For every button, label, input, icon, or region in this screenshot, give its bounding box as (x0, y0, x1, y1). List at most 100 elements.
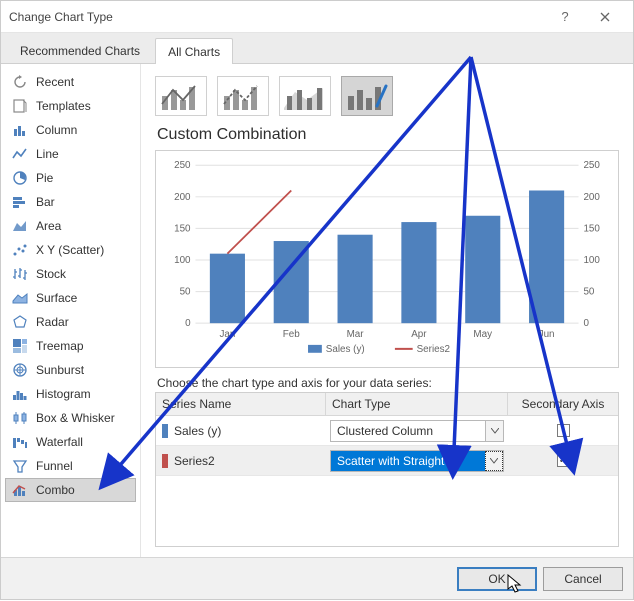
sidebar-item-label: Column (36, 123, 77, 137)
sidebar-item-label: Line (36, 147, 59, 161)
main-panel: Custom Combination 005050100100150150200… (141, 64, 633, 557)
funnel-icon (12, 458, 28, 474)
sidebar-item-label: Radar (36, 315, 69, 329)
svg-text:100: 100 (174, 255, 191, 266)
sidebar-item-label: Area (36, 219, 61, 233)
sidebar-item-stock[interactable]: Stock (5, 262, 136, 286)
dropdown-button[interactable] (485, 421, 503, 441)
templates-icon (12, 98, 28, 114)
sidebar-item-label: Bar (36, 195, 55, 209)
col-secondary-axis: Secondary Axis (508, 393, 618, 415)
surface-icon (12, 290, 28, 306)
series-config-label: Choose the chart type and axis for your … (157, 376, 619, 390)
sidebar-item-waterfall[interactable]: Waterfall (5, 430, 136, 454)
cancel-button[interactable]: Cancel (543, 567, 623, 591)
svg-text:May: May (473, 329, 492, 340)
svg-text:Feb: Feb (283, 329, 301, 340)
tab-all-charts[interactable]: All Charts (155, 38, 233, 64)
svg-text:200: 200 (583, 192, 600, 203)
close-icon (600, 12, 610, 22)
help-button[interactable]: ? (545, 3, 585, 31)
sidebar-item-scatter[interactable]: X Y (Scatter) (5, 238, 136, 262)
sidebar-item-pie[interactable]: Pie (5, 166, 136, 190)
histogram-icon (12, 386, 28, 402)
svg-text:Series2: Series2 (417, 344, 450, 355)
svg-text:150: 150 (583, 223, 600, 234)
thumb-stacked-area-col[interactable] (279, 76, 331, 116)
sidebar-item-label: Treemap (36, 339, 84, 353)
combo-subtype-thumbs (155, 72, 619, 124)
sidebar-item-label: Surface (36, 291, 77, 305)
radar-icon (12, 314, 28, 330)
dropdown-button[interactable] (485, 451, 503, 471)
col-chart-type: Chart Type (326, 393, 508, 415)
sidebar-item-label: Pie (36, 171, 53, 185)
sidebar-item-column[interactable]: Column (5, 118, 136, 142)
sidebar-item-label: Stock (36, 267, 66, 281)
box-whisker-icon (12, 410, 28, 426)
svg-text:250: 250 (583, 160, 600, 171)
svg-text:250: 250 (174, 160, 191, 171)
sidebar-item-area[interactable]: Area (5, 214, 136, 238)
dialog-footer: OK Cancel (1, 557, 633, 599)
series-grid: Series Name Chart Type Secondary Axis Sa… (155, 392, 619, 547)
chart-type-dropdown[interactable]: Clustered Column (330, 420, 504, 442)
svg-text:Mar: Mar (347, 329, 365, 340)
sidebar-item-combo[interactable]: Combo (5, 478, 136, 502)
sidebar-item-label: Combo (36, 483, 75, 497)
secondary-axis-checkbox[interactable]: ✓ (557, 454, 570, 467)
chart-preview: 005050100100150150200200250250JanFebMarA… (155, 150, 619, 368)
sidebar-item-label: Box & Whisker (36, 411, 115, 425)
ok-button[interactable]: OK (457, 567, 537, 591)
waterfall-icon (12, 434, 28, 450)
area-icon (12, 218, 28, 234)
sidebar-item-bar[interactable]: Bar (5, 190, 136, 214)
chart-type-sidebar: Recent Templates Column Line Pie Bar Are… (1, 64, 141, 557)
sidebar-item-box-whisker[interactable]: Box & Whisker (5, 406, 136, 430)
chart-type-dropdown[interactable]: Scatter with Straight ... (330, 450, 504, 472)
sidebar-item-surface[interactable]: Surface (5, 286, 136, 310)
series-name: Sales (y) (174, 424, 221, 438)
sidebar-item-radar[interactable]: Radar (5, 310, 136, 334)
chart-type-value: Scatter with Straight ... (331, 451, 485, 471)
close-button[interactable] (585, 3, 625, 31)
sidebar-item-label: Templates (36, 99, 91, 113)
svg-text:Apr: Apr (411, 329, 427, 340)
series-grid-header: Series Name Chart Type Secondary Axis (156, 393, 618, 416)
sidebar-item-histogram[interactable]: Histogram (5, 382, 136, 406)
thumb-clustered-col-line-secondary[interactable] (217, 76, 269, 116)
sidebar-item-line[interactable]: Line (5, 142, 136, 166)
chevron-down-icon (491, 428, 499, 434)
sidebar-item-label: Histogram (36, 387, 91, 401)
svg-text:200: 200 (174, 192, 191, 203)
col-series-name: Series Name (156, 393, 326, 415)
bar-icon (12, 194, 28, 210)
column-icon (12, 122, 28, 138)
sunburst-icon (12, 362, 28, 378)
svg-text:100: 100 (583, 255, 600, 266)
thumb-custom-combination[interactable] (341, 76, 393, 116)
dialog-title: Change Chart Type (9, 10, 113, 24)
svg-text:50: 50 (583, 287, 594, 298)
sidebar-item-templates[interactable]: Templates (5, 94, 136, 118)
sidebar-item-sunburst[interactable]: Sunburst (5, 358, 136, 382)
tab-recommended[interactable]: Recommended Charts (7, 37, 153, 63)
svg-text:50: 50 (180, 287, 191, 298)
secondary-axis-checkbox[interactable] (557, 424, 570, 437)
sidebar-item-treemap[interactable]: Treemap (5, 334, 136, 358)
sidebar-item-label: Recent (36, 75, 74, 89)
svg-text:Sales (y): Sales (y) (326, 344, 365, 355)
line-icon (12, 146, 28, 162)
sidebar-item-funnel[interactable]: Funnel (5, 454, 136, 478)
thumb-clustered-col-line[interactable] (155, 76, 207, 116)
series-swatch (162, 424, 168, 438)
sidebar-item-label: X Y (Scatter) (36, 243, 104, 257)
treemap-icon (12, 338, 28, 354)
sidebar-item-recent[interactable]: Recent (5, 70, 136, 94)
chevron-down-icon (490, 458, 498, 464)
svg-text:Jan: Jan (219, 329, 235, 340)
stock-icon (12, 266, 28, 282)
chart-type-value: Clustered Column (331, 421, 485, 441)
change-chart-type-dialog: Change Chart Type ? Recommended Charts A… (0, 0, 634, 600)
sidebar-item-label: Sunburst (36, 363, 84, 377)
